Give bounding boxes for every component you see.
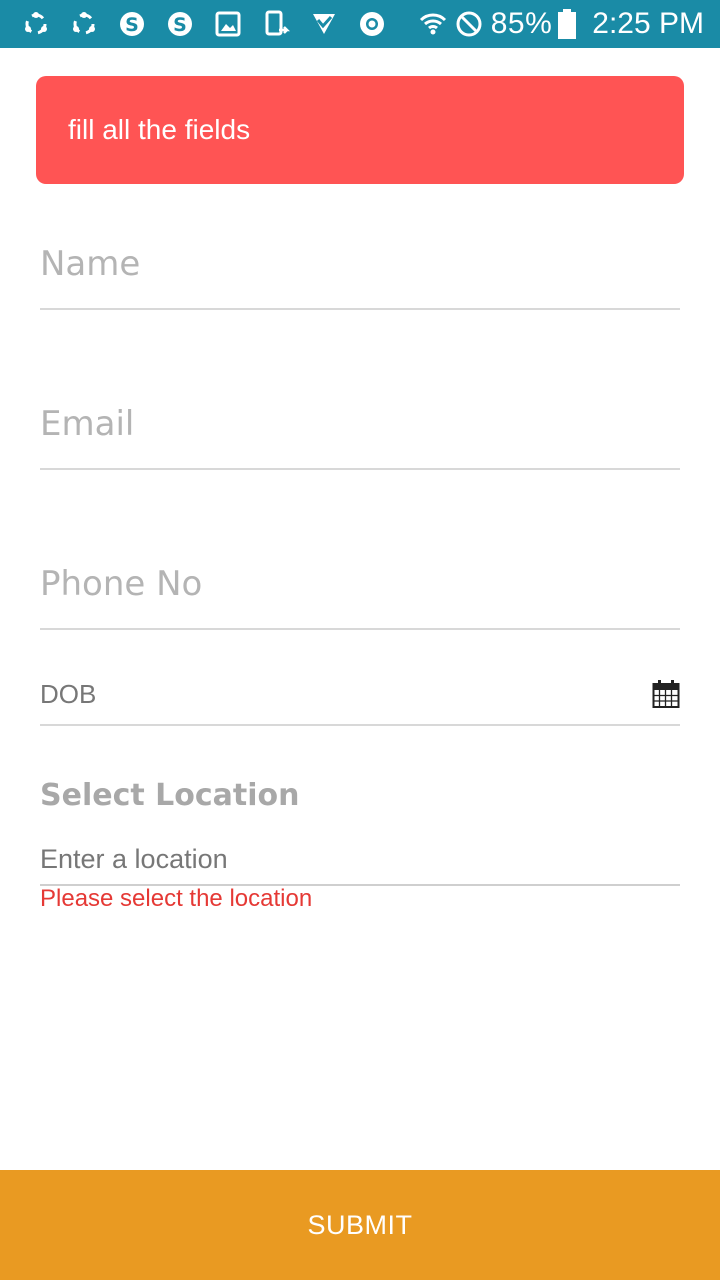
share-icon (22, 10, 50, 38)
wifi-icon (419, 10, 447, 38)
dob-label: DOB (40, 678, 97, 709)
status-right: 85% 2:25 PM (419, 0, 704, 48)
submit-button[interactable]: SUBMIT (0, 1170, 720, 1280)
skype-icon: S (166, 10, 194, 38)
phone-input[interactable] (40, 564, 680, 604)
alert-message: fill all the fields (68, 114, 251, 145)
location-input[interactable] (40, 844, 680, 875)
battery-icon (558, 9, 577, 39)
calendar-icon[interactable] (652, 679, 680, 709)
name-field[interactable] (40, 244, 680, 310)
svg-text:S: S (125, 14, 139, 36)
notification-icons: S S (22, 8, 406, 40)
email-input[interactable] (40, 404, 680, 444)
screenshot-icon (262, 10, 290, 38)
location-section-title: Select Location (40, 778, 300, 813)
email-field[interactable] (40, 404, 680, 470)
share-icon (70, 10, 98, 38)
phone-field[interactable] (40, 564, 680, 630)
chrome-icon (358, 10, 386, 38)
download-icon (310, 10, 338, 38)
dob-field[interactable]: DOB (40, 664, 680, 726)
battery-percent: 85% (490, 7, 553, 40)
svg-text:S: S (173, 14, 187, 36)
image-icon (214, 10, 242, 38)
clock: 2:25 PM (592, 7, 704, 40)
location-field[interactable] (40, 844, 680, 886)
name-input[interactable] (40, 244, 680, 284)
error-alert: fill all the fields (36, 76, 684, 184)
location-error: Please select the location (40, 885, 313, 912)
skype-icon: S (118, 10, 146, 38)
do-not-disturb-icon (455, 10, 483, 38)
status-bar: S S 85% 2:25 PM (0, 0, 720, 48)
